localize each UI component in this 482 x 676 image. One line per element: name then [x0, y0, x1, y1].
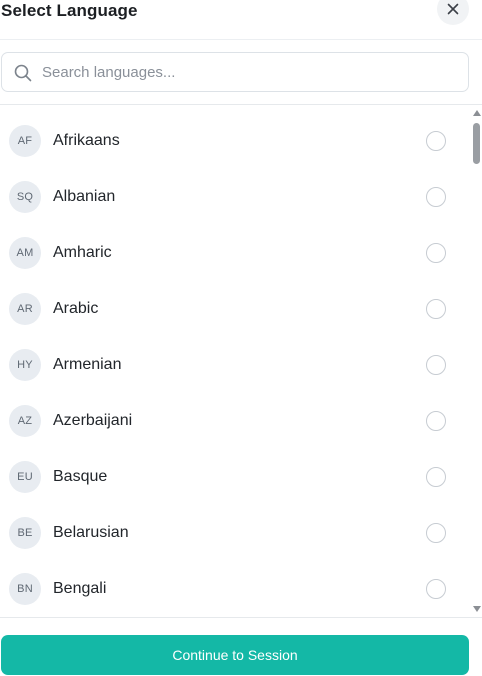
- language-name: Armenian: [53, 356, 122, 373]
- language-code-badge: BE: [9, 517, 41, 549]
- language-radio[interactable]: [426, 187, 446, 207]
- language-code-badge: AM: [9, 237, 41, 269]
- language-code-badge: AF: [9, 125, 41, 157]
- language-code-badge: SQ: [9, 181, 41, 213]
- language-name: Albanian: [53, 188, 116, 205]
- language-code-badge: AR: [9, 293, 41, 325]
- language-name: Belarusian: [53, 524, 129, 541]
- language-name: Amharic: [53, 244, 112, 261]
- language-radio[interactable]: [426, 355, 446, 375]
- language-name: Arabic: [53, 300, 99, 317]
- language-item-basque[interactable]: EU Basque: [0, 449, 470, 505]
- language-item-armenian[interactable]: HY Armenian: [0, 337, 470, 393]
- language-item-albanian[interactable]: SQ Albanian: [0, 169, 470, 225]
- language-list-viewport: AF Afrikaans SQ Albanian AM Amharic AR Arabic HY…: [0, 105, 482, 617]
- language-radio[interactable]: [426, 299, 446, 319]
- language-item-arabic[interactable]: AR Arabic: [0, 281, 470, 337]
- close-icon: [447, 3, 459, 15]
- language-radio[interactable]: [426, 131, 446, 151]
- language-item-afrikaans[interactable]: AF Afrikaans: [0, 113, 470, 169]
- close-button[interactable]: [437, 0, 469, 25]
- scroll-up-arrow-icon[interactable]: [473, 110, 481, 116]
- language-code-badge: AZ: [9, 405, 41, 437]
- scrollbar[interactable]: [470, 105, 482, 617]
- divider: [0, 617, 482, 618]
- language-name: Azerbaijani: [53, 412, 133, 429]
- language-name: Bengali: [53, 580, 107, 597]
- search-box: [1, 52, 469, 92]
- language-item-azerbaijani[interactable]: AZ Azerbaijani: [0, 393, 470, 449]
- language-radio[interactable]: [426, 411, 446, 431]
- language-item-amharic[interactable]: AM Amharic: [0, 225, 470, 281]
- language-code-badge: HY: [9, 349, 41, 381]
- scroll-down-arrow-icon[interactable]: [473, 606, 481, 612]
- language-dialog: Select Language AFAfrikaansSQAlbanianAMA…: [0, 0, 482, 676]
- language-name: Afrikaans: [53, 132, 120, 149]
- search-input[interactable]: [42, 53, 460, 91]
- language-item-belarusian[interactable]: BE Belarusian: [0, 505, 470, 561]
- language-radio[interactable]: [426, 523, 446, 543]
- language-code-badge: EU: [9, 461, 41, 493]
- dialog-header: Select Language: [0, 0, 482, 40]
- language-list: AF Afrikaans SQ Albanian AM Amharic AR Arabic HY…: [0, 113, 470, 617]
- language-name: Basque: [53, 468, 108, 485]
- scroll-thumb[interactable]: [473, 123, 480, 164]
- language-radio[interactable]: [426, 243, 446, 263]
- language-radio[interactable]: [426, 579, 446, 599]
- continue-button[interactable]: Continue to Session: [1, 635, 469, 675]
- language-code-badge: BN: [9, 573, 41, 605]
- dialog-title: Select Language: [1, 1, 138, 20]
- search-icon: [14, 64, 32, 82]
- language-item-bengali[interactable]: BN Bengali: [0, 561, 470, 617]
- language-radio[interactable]: [426, 467, 446, 487]
